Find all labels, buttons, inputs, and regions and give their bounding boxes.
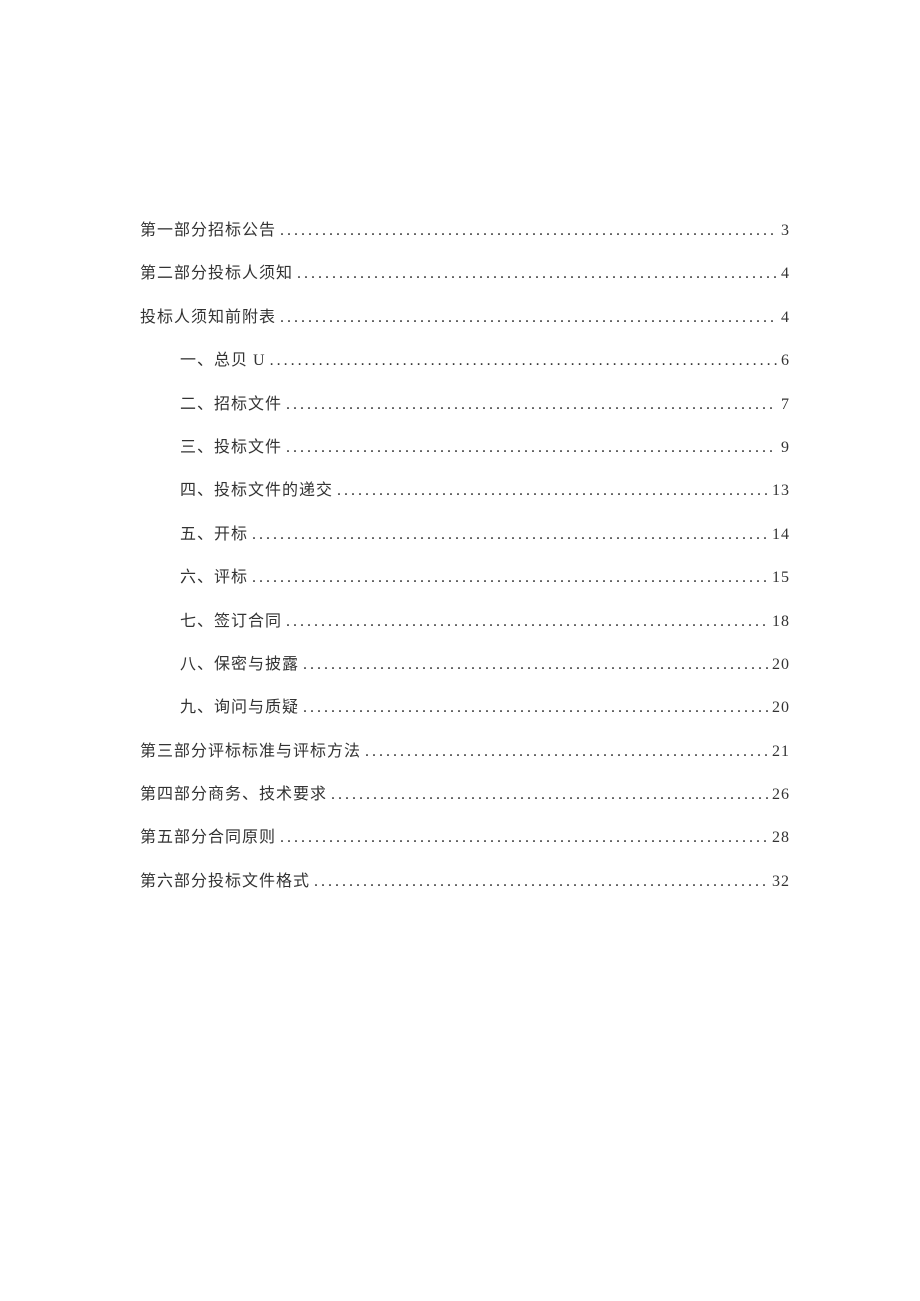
- toc-page: 4: [781, 307, 790, 329]
- toc-page: 20: [772, 697, 790, 719]
- toc-label: 第五部分合同原则: [140, 827, 276, 849]
- toc-label: 第三部分评标标准与评标方法: [140, 741, 361, 763]
- toc-leader: [280, 220, 777, 242]
- toc-label: 第四部分商务、技术要求: [140, 784, 327, 806]
- toc-label: 一、总贝 U: [180, 350, 266, 372]
- toc-page: 18: [772, 611, 790, 633]
- toc-leader: [280, 827, 768, 849]
- toc-entry: 六、评标 15: [140, 567, 790, 589]
- toc-page: 26: [772, 784, 790, 806]
- toc-leader: [286, 611, 768, 633]
- toc-entry: 四、投标文件的递交 13: [140, 480, 790, 502]
- toc-entry: 第四部分商务、技术要求 26: [140, 784, 790, 806]
- toc-label: 八、保密与披露: [180, 654, 299, 676]
- toc-entry: 八、保密与披露 20: [140, 654, 790, 676]
- toc-label: 第六部分投标文件格式: [140, 871, 310, 893]
- toc-label: 二、招标文件: [180, 394, 282, 416]
- toc-label: 投标人须知前附表: [140, 307, 276, 329]
- toc-leader: [286, 437, 777, 459]
- toc-leader: [314, 871, 768, 893]
- toc-entry: 三、投标文件 9: [140, 437, 790, 459]
- toc-entry: 第一部分招标公告 3: [140, 220, 790, 242]
- toc-entry: 投标人须知前附表 4: [140, 307, 790, 329]
- toc-page: 13: [772, 480, 790, 502]
- toc-page: 28: [772, 827, 790, 849]
- toc-entry: 二、招标文件 7: [140, 394, 790, 416]
- toc-leader: [303, 654, 768, 676]
- toc-leader: [297, 263, 777, 285]
- toc-entry: 一、总贝 U 6: [140, 350, 790, 372]
- toc-page: 4: [781, 263, 790, 285]
- toc-entry: 七、签订合同 18: [140, 611, 790, 633]
- table-of-contents: 第一部分招标公告 3 第二部分投标人须知 4 投标人须知前附表 4 一、总贝 U…: [140, 220, 790, 893]
- toc-entry: 第五部分合同原则 28: [140, 827, 790, 849]
- toc-label: 第二部分投标人须知: [140, 263, 293, 285]
- toc-page: 3: [781, 220, 790, 242]
- toc-page: 15: [772, 567, 790, 589]
- toc-leader: [270, 350, 777, 372]
- toc-label: 四、投标文件的递交: [180, 480, 333, 502]
- toc-label: 五、开标: [180, 524, 248, 546]
- toc-leader: [365, 741, 768, 763]
- toc-label: 第一部分招标公告: [140, 220, 276, 242]
- toc-page: 14: [772, 524, 790, 546]
- toc-leader: [280, 307, 777, 329]
- toc-leader: [252, 567, 768, 589]
- toc-entry: 九、询问与质疑 20: [140, 697, 790, 719]
- toc-label: 六、评标: [180, 567, 248, 589]
- toc-page: 20: [772, 654, 790, 676]
- toc-leader: [303, 697, 768, 719]
- toc-entry: 第六部分投标文件格式 32: [140, 871, 790, 893]
- toc-label: 三、投标文件: [180, 437, 282, 459]
- toc-page: 6: [781, 350, 790, 372]
- toc-label: 九、询问与质疑: [180, 697, 299, 719]
- toc-leader: [337, 480, 768, 502]
- toc-label: 七、签订合同: [180, 611, 282, 633]
- toc-page: 7: [781, 394, 790, 416]
- toc-entry: 第二部分投标人须知 4: [140, 263, 790, 285]
- toc-entry: 第三部分评标标准与评标方法 21: [140, 741, 790, 763]
- toc-page: 9: [781, 437, 790, 459]
- toc-leader: [331, 784, 768, 806]
- toc-page: 32: [772, 871, 790, 893]
- toc-leader: [286, 394, 777, 416]
- toc-entry: 五、开标 14: [140, 524, 790, 546]
- toc-leader: [252, 524, 768, 546]
- toc-page: 21: [772, 741, 790, 763]
